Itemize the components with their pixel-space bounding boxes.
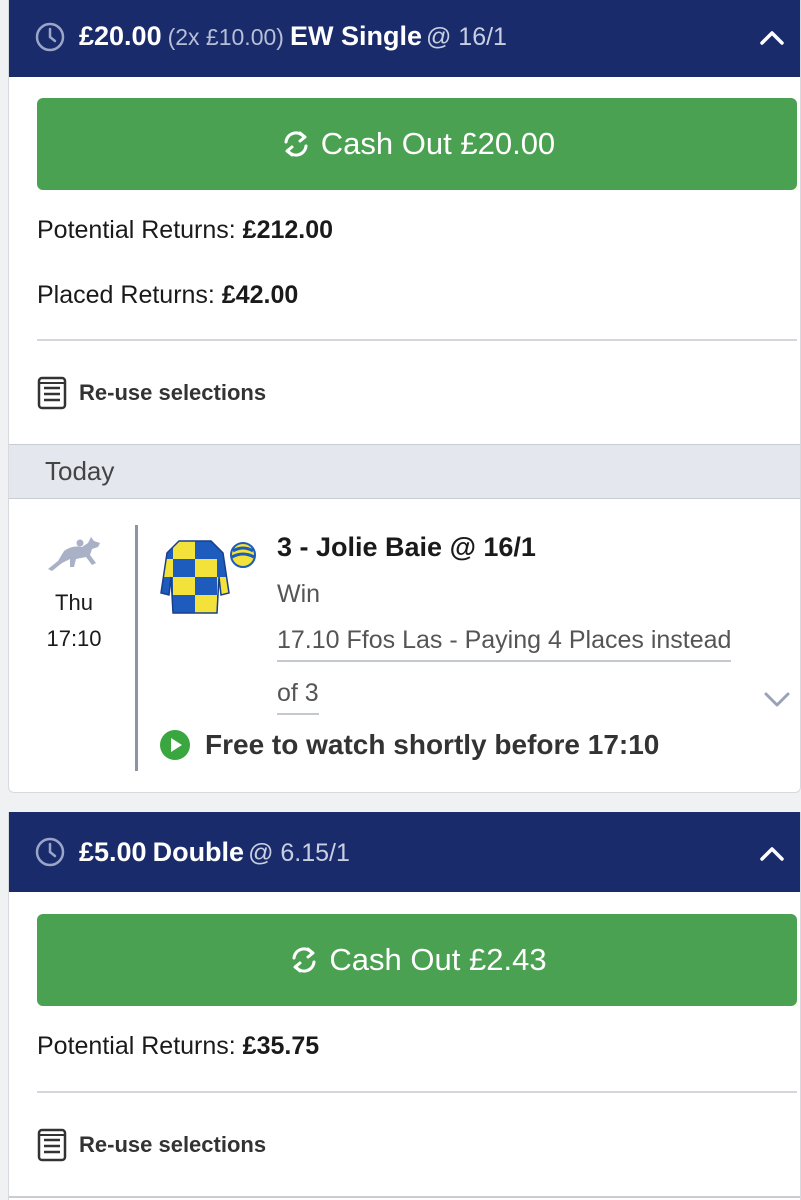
timeline-divider [135, 525, 138, 771]
potential-returns-label: Potential Returns: [37, 216, 236, 244]
bottom-border [9, 1196, 800, 1198]
placed-returns-value: £42.00 [221, 281, 299, 309]
bet-header[interactable]: £20.00 (2x £10.00) EW Single @ 16/1 [9, 0, 800, 77]
watch-info[interactable]: Free to watch shortly before 17:10 [159, 727, 659, 763]
bet-header-title: £20.00 (2x £10.00) EW Single @ 16/1 [79, 0, 507, 77]
reuse-selections-link[interactable]: Re-use selections [37, 373, 266, 413]
potential-returns-value: £212.00 [242, 216, 334, 244]
bet-stake-breakdown: (2x £10.00) [167, 24, 284, 50]
event-time: Thu 17:10 [39, 535, 109, 652]
chevron-down-icon[interactable] [762, 684, 792, 714]
cashout-button[interactable]: Cash Out £20.00 [37, 98, 797, 190]
cashout-label: Cash Out £2.43 [329, 942, 547, 977]
chevron-up-icon[interactable] [756, 22, 788, 54]
event-link-line1[interactable]: 17.10 Ffos Las - Paying 4 Places instead [277, 626, 732, 662]
play-icon [160, 730, 190, 760]
cashout-label: Cash Out £20.00 [320, 126, 556, 161]
horse-racing-icon [48, 537, 100, 571]
cashout-arrows-icon [284, 131, 308, 157]
reuse-selections-link[interactable]: Re-use selections [37, 1125, 266, 1165]
potential-returns: Potential Returns: £212.00 [37, 216, 333, 245]
divider [37, 339, 797, 341]
clock-icon [35, 837, 65, 867]
jockey-silks-icon [160, 540, 256, 614]
document-list-icon [37, 1128, 67, 1162]
cashout-button[interactable]: Cash Out £2.43 [37, 914, 797, 1006]
potential-returns-label: Potential Returns: [37, 1032, 236, 1060]
bet-card-ew-single: £20.00 (2x £10.00) EW Single @ 16/1 Cash Ou… [8, 0, 801, 793]
document-list-icon [37, 376, 67, 410]
bet-odds: @ 16/1 [425, 23, 507, 51]
divider [37, 1091, 797, 1093]
placed-returns-label: Placed Returns: [37, 281, 215, 309]
potential-returns: Potential Returns: £35.75 [37, 1032, 319, 1061]
bet-header-title: £5.00 Double @ 6.15/1 [79, 812, 350, 892]
day-band: Today [9, 444, 800, 499]
event-link-line2[interactable]: of 3 [277, 679, 319, 715]
reuse-selections-label: Re-use selections [79, 380, 267, 405]
selection-market: Win [277, 580, 321, 608]
bet-stake: £5.00 [79, 837, 147, 867]
placed-returns: Placed Returns: £42.00 [37, 281, 298, 310]
selection-name: 3 - Jolie Baie @ 16/1 [277, 532, 536, 562]
bet-type: Double [152, 837, 245, 867]
bet-stake: £20.00 [79, 21, 162, 51]
reuse-selections-label: Re-use selections [79, 1132, 267, 1157]
bet-card-double: £5.00 Double @ 6.15/1 Cash Out £2.43 Poten… [8, 812, 801, 1200]
event-start-time: 17:10 [46, 626, 102, 651]
bet-odds: @ 6.15/1 [248, 839, 350, 867]
bet-type: EW Single [289, 21, 422, 51]
event-day: Thu [55, 590, 93, 615]
potential-returns-value: £35.75 [242, 1032, 320, 1060]
cashout-arrows-icon [292, 947, 316, 973]
chevron-up-icon[interactable] [756, 838, 788, 870]
watch-text: Free to watch shortly before 17:10 [205, 729, 660, 760]
bet-header[interactable]: £5.00 Double @ 6.15/1 [9, 812, 800, 892]
clock-icon [35, 22, 65, 52]
